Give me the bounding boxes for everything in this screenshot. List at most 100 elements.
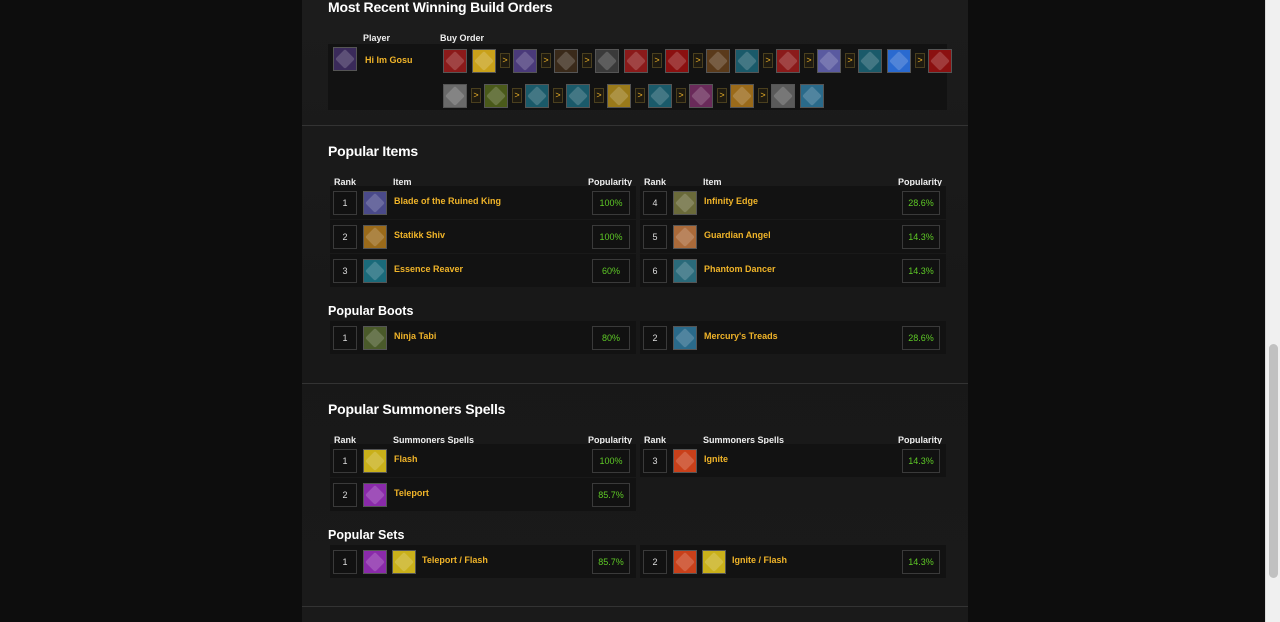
item-icon[interactable] — [607, 84, 631, 108]
item-name-link[interactable]: Phantom Dancer — [704, 264, 776, 274]
item-icon[interactable] — [363, 326, 387, 350]
rank-badge: 3 — [643, 449, 667, 473]
popular-items-title: Popular Items — [328, 143, 418, 159]
arrow-icon: > — [845, 53, 855, 68]
item-name-link[interactable]: Infinity Edge — [704, 196, 758, 206]
champion-avatar[interactable] — [333, 47, 357, 71]
item-icon[interactable] — [673, 259, 697, 283]
rank-badge: 2 — [333, 483, 357, 507]
item-name-link[interactable]: Statikk Shiv — [394, 230, 445, 240]
item-name-link[interactable]: Teleport / Flash — [422, 555, 488, 565]
item-icon[interactable] — [363, 191, 387, 215]
item-icon[interactable] — [363, 449, 387, 473]
arrow-icon: > — [582, 53, 592, 68]
rank-badge: 1 — [333, 191, 357, 215]
arrow-icon: > — [763, 53, 773, 68]
rank-badge: 1 — [333, 449, 357, 473]
item-icon[interactable] — [554, 49, 578, 73]
item-icon[interactable] — [673, 326, 697, 350]
rank-badge: 1 — [333, 550, 357, 574]
arrow-icon: > — [758, 88, 768, 103]
item-icon[interactable] — [648, 84, 672, 108]
popularity-value: 28.6% — [902, 191, 940, 215]
item-icon[interactable] — [472, 49, 496, 73]
popularity-value: 14.3% — [902, 550, 940, 574]
item-icon[interactable] — [363, 259, 387, 283]
popularity-value: 85.7% — [592, 483, 630, 507]
rank-badge: 2 — [643, 550, 667, 574]
arrow-icon: > — [915, 53, 925, 68]
popular-sets-title: Popular Sets — [328, 528, 405, 542]
item-icon[interactable] — [566, 84, 590, 108]
popularity-value: 80% — [592, 326, 630, 350]
item-icon[interactable] — [673, 449, 697, 473]
scrollbar-thumb[interactable] — [1269, 344, 1278, 578]
item-icon[interactable] — [817, 49, 841, 73]
build-orders-title: Most Recent Winning Build Orders — [328, 0, 553, 15]
item-name-link[interactable]: Guardian Angel — [704, 230, 771, 240]
item-icon[interactable] — [776, 49, 800, 73]
popular-boots-title: Popular Boots — [328, 304, 414, 318]
item-icon[interactable] — [513, 49, 537, 73]
arrow-icon: > — [594, 88, 604, 103]
arrow-icon: > — [541, 53, 551, 68]
rank-badge: 2 — [333, 225, 357, 249]
player-header: Player — [363, 33, 391, 43]
divider — [302, 383, 968, 384]
item-icon[interactable] — [735, 49, 759, 73]
popularity-value: 100% — [592, 191, 630, 215]
arrow-icon: > — [500, 53, 510, 68]
popularity-value: 60% — [592, 259, 630, 283]
item-icon[interactable] — [858, 49, 882, 73]
item-icon[interactable] — [443, 84, 467, 108]
rank-badge: 6 — [643, 259, 667, 283]
item-icon[interactable] — [673, 550, 697, 574]
item-name-link[interactable]: Mercury's Treads — [704, 331, 778, 341]
popularity-value: 14.3% — [902, 259, 940, 283]
item-icon[interactable] — [689, 84, 713, 108]
item-name-link[interactable]: Ninja Tabi — [394, 331, 436, 341]
item-name-link[interactable]: Teleport — [394, 488, 429, 498]
item-icon[interactable] — [443, 49, 467, 73]
item-icon[interactable] — [363, 483, 387, 507]
popularity-value: 14.3% — [902, 225, 940, 249]
rank-badge: 4 — [643, 191, 667, 215]
item-name-link[interactable]: Flash — [394, 454, 418, 464]
item-icon[interactable] — [702, 550, 726, 574]
arrow-icon: > — [635, 88, 645, 103]
rank-badge: 1 — [333, 326, 357, 350]
item-icon[interactable] — [673, 191, 697, 215]
item-icon[interactable] — [392, 550, 416, 574]
arrow-icon: > — [652, 53, 662, 68]
arrow-icon: > — [471, 88, 481, 103]
item-name-link[interactable]: Blade of the Ruined King — [394, 196, 501, 206]
popularity-value: 14.3% — [902, 449, 940, 473]
arrow-icon: > — [553, 88, 563, 103]
item-icon[interactable] — [363, 550, 387, 574]
popularity-value: 100% — [592, 225, 630, 249]
player-name-link[interactable]: Hi Im Gosu — [365, 55, 413, 65]
arrow-icon: > — [717, 88, 727, 103]
rank-badge: 5 — [643, 225, 667, 249]
item-icon[interactable] — [484, 84, 508, 108]
item-icon[interactable] — [928, 49, 952, 73]
item-name-link[interactable]: Ignite — [704, 454, 728, 464]
item-icon[interactable] — [665, 49, 689, 73]
arrow-icon: > — [512, 88, 522, 103]
item-icon[interactable] — [771, 84, 795, 108]
item-icon[interactable] — [595, 49, 619, 73]
item-icon[interactable] — [706, 49, 730, 73]
item-icon[interactable] — [525, 84, 549, 108]
item-icon[interactable] — [363, 225, 387, 249]
summoner-spells-title: Popular Summoners Spells — [328, 401, 506, 417]
item-icon[interactable] — [887, 49, 911, 73]
buy-order-header: Buy Order — [440, 33, 485, 43]
arrow-icon: > — [693, 53, 703, 68]
item-icon[interactable] — [624, 49, 648, 73]
item-name-link[interactable]: Ignite / Flash — [732, 555, 787, 565]
page-scrollbar[interactable] — [1265, 0, 1280, 622]
item-icon[interactable] — [673, 225, 697, 249]
item-name-link[interactable]: Essence Reaver — [394, 264, 463, 274]
item-icon[interactable] — [800, 84, 824, 108]
item-icon[interactable] — [730, 84, 754, 108]
